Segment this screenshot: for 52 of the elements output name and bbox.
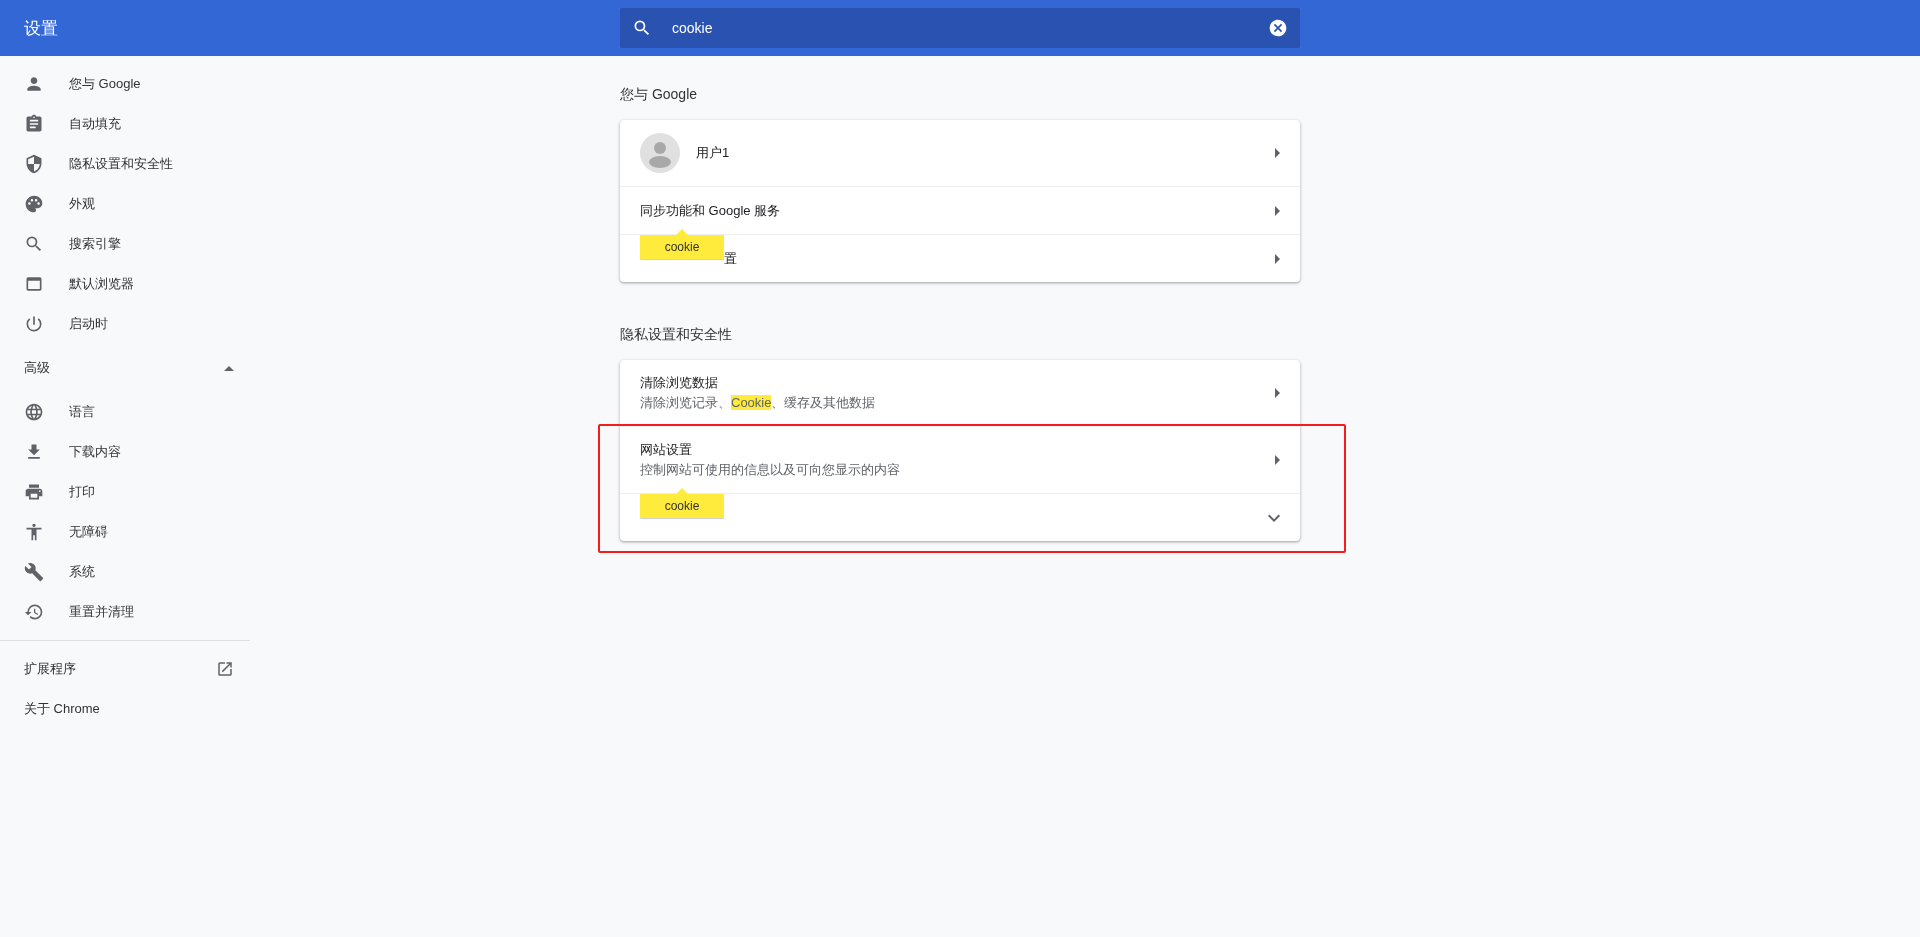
wrench-icon xyxy=(24,562,44,582)
settings-row[interactable]: 用户1 xyxy=(620,120,1300,186)
search-icon xyxy=(632,18,652,38)
sidebar-item[interactable]: 系统 xyxy=(0,552,250,592)
tooltip-arrow-icon xyxy=(676,229,688,235)
external-link-icon xyxy=(216,660,234,678)
row-label: 网站设置 xyxy=(640,441,693,459)
section-title: 您与 Google xyxy=(620,85,699,104)
row-label: 清除浏览数据 xyxy=(640,374,719,392)
row-subtitle: 清除浏览记录、Cookie、缓存及其他数据 xyxy=(640,394,877,412)
sidebar-item[interactable]: 语言 xyxy=(0,392,250,432)
tooltip-arrow-icon xyxy=(676,488,688,494)
sidebar-item[interactable]: 搜索引擎 xyxy=(0,224,250,264)
sidebar-section-toggle[interactable]: 高级 xyxy=(0,344,250,392)
avatar-icon xyxy=(640,133,680,173)
sidebar-item[interactable]: 无障碍 xyxy=(0,512,250,552)
printer-icon xyxy=(24,482,44,502)
settings-row[interactable]: 清除浏览数据 清除浏览记录、Cookie、缓存及其他数据 xyxy=(620,360,1300,426)
globe-icon xyxy=(24,402,44,422)
settings-row[interactable]: 同步功能和 Google 服务 xyxy=(620,186,1300,234)
accessibility-icon xyxy=(24,522,44,542)
history-icon xyxy=(24,602,44,622)
clipboard-icon xyxy=(24,114,44,134)
power-icon xyxy=(24,314,44,334)
sidebar-item[interactable]: 默认浏览器 xyxy=(0,264,250,304)
row-label: 同步功能和 Google 服务 xyxy=(640,201,782,220)
sidebar-item[interactable]: 启动时 xyxy=(0,304,250,344)
sidebar-link[interactable]: 关于 Chrome xyxy=(0,689,250,729)
row-subtitle: 控制网站可使用的信息以及可向您显示的内容 xyxy=(640,461,901,479)
sidebar-item[interactable]: 外观 xyxy=(0,184,250,224)
shield-icon xyxy=(24,154,44,174)
search-tooltip: cookie xyxy=(640,488,724,518)
caret-up-icon xyxy=(224,365,234,371)
sidebar-item[interactable]: 您与 Google xyxy=(0,64,250,104)
sidebar-item[interactable]: 下载内容 xyxy=(0,432,250,472)
sidebar-item[interactable]: 自动填充 xyxy=(0,104,250,144)
search-tooltip: cookie xyxy=(640,229,724,259)
search-field[interactable]: cookie xyxy=(670,19,1250,37)
profile-name: 用户1 xyxy=(696,144,731,162)
clear-icon[interactable] xyxy=(1268,18,1288,38)
section-title: 隐私设置和安全性 xyxy=(620,325,733,344)
row-label: 置 xyxy=(723,249,738,268)
page-title: 设置 xyxy=(23,17,59,40)
browser-window-icon xyxy=(24,274,44,294)
sidebar-item[interactable]: 重置并清理 xyxy=(0,592,250,632)
search-icon xyxy=(24,234,44,254)
palette-icon xyxy=(24,194,44,214)
sidebar-item[interactable]: 打印 xyxy=(0,472,250,512)
settings-row[interactable]: 网站设置 控制网站可使用的信息以及可向您显示的内容 xyxy=(620,426,1300,493)
search-bar[interactable]: cookie xyxy=(620,8,1300,48)
sidebar-link[interactable]: 扩展程序 xyxy=(0,649,250,689)
sidebar-item[interactable]: 隐私设置和安全性 xyxy=(0,144,250,184)
